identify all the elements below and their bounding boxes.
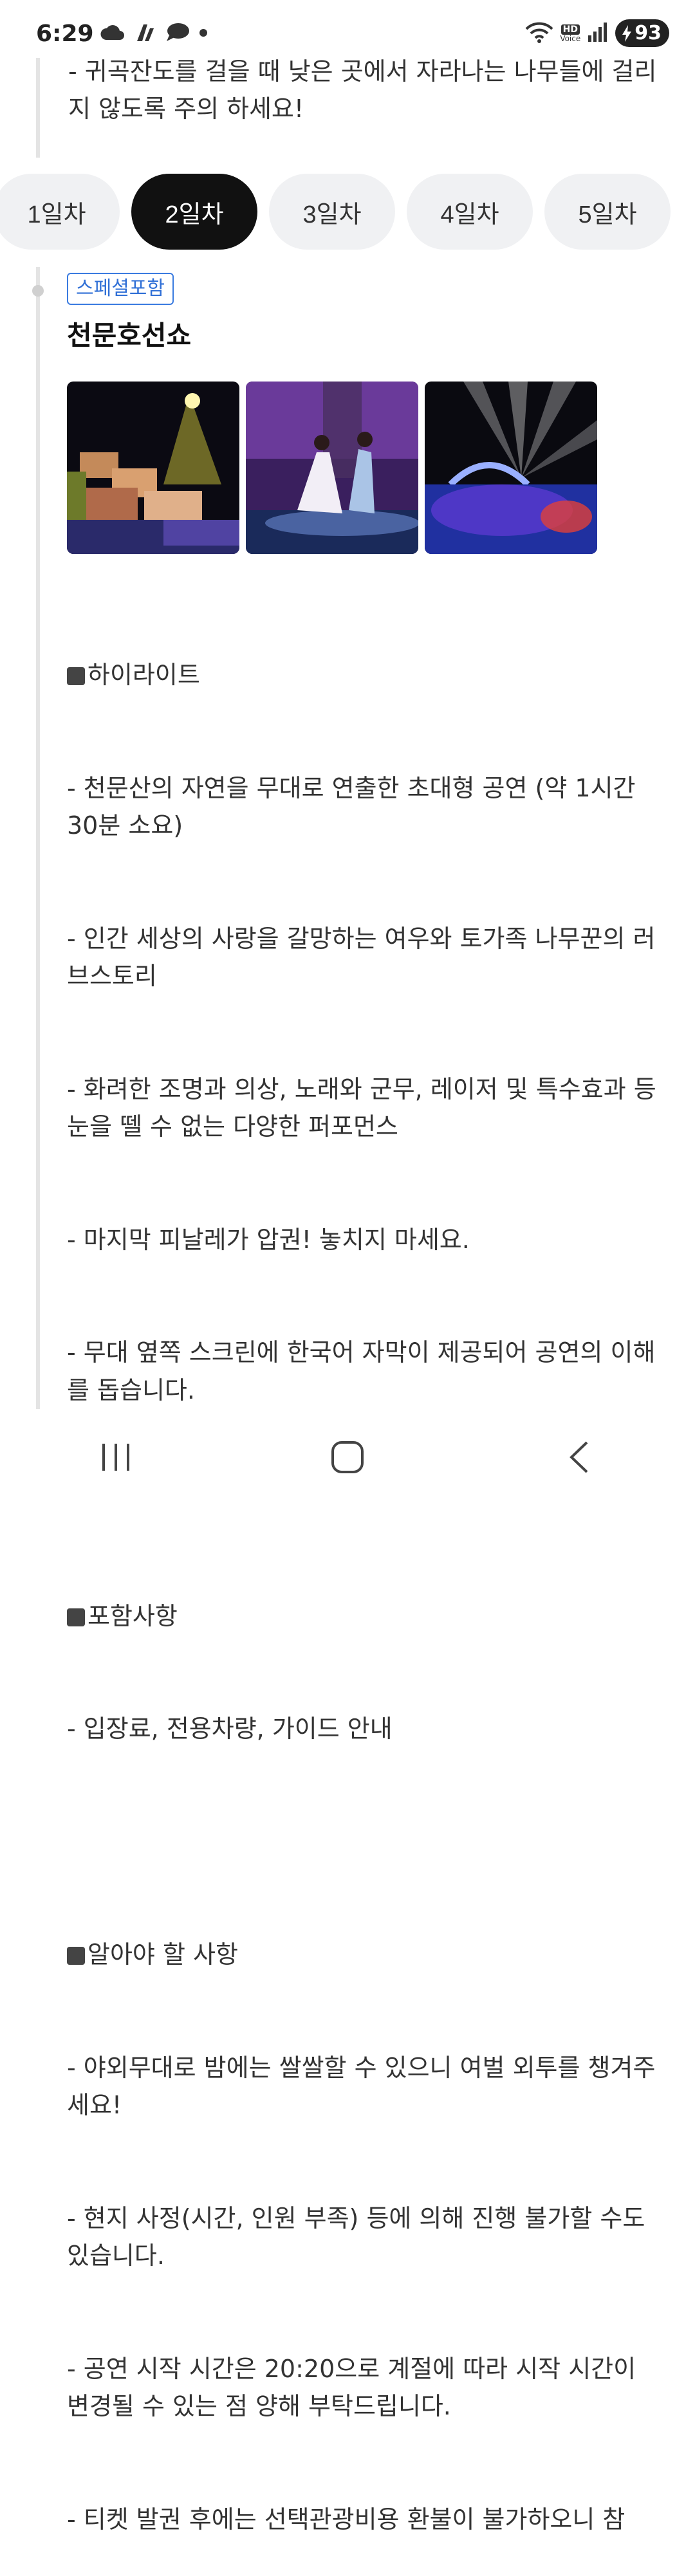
system-nav-bar — [0, 1409, 695, 1505]
home-icon — [331, 1441, 364, 1473]
notification-icons — [100, 22, 208, 45]
highlight-line: - 마지막 피날레가 압권! 놓치지 마세요. — [67, 1225, 470, 1254]
square-bullet-icon — [67, 667, 85, 685]
highlight-line: - 화려한 조명과 의상, 노래와 군무, 레이저 및 특수효과 등 눈을 뗄 … — [67, 1074, 664, 1141]
home-button[interactable] — [309, 1431, 386, 1483]
note-line: - 공연 시작 시간은 20:20으로 계절에 따라 시작 시간이 변경될 수 … — [67, 2354, 644, 2421]
timeline-line-day — [36, 267, 40, 1409]
more-notifications-dot-icon — [199, 28, 208, 40]
included-line: - 입장료, 전용차량, 가이드 안내 — [67, 1715, 393, 1743]
note-line: - 현지 사정(시간, 인원 부족) 등에 의해 진행 불가할 수도 있습니다. — [67, 2203, 653, 2270]
tab-day-3[interactable]: 3일차 — [269, 174, 395, 250]
highlights-heading: 하이라이트 — [67, 656, 665, 694]
included-heading: 포함사항 — [67, 1597, 665, 1635]
stage-village-photo[interactable] — [67, 382, 239, 554]
square-bullet-icon — [67, 1608, 85, 1626]
timeline-dot — [32, 285, 44, 297]
previous-day-note: - 귀곡잔도를 걸을 때 낮은 곳에서 자라나는 나무들에 걸리지 않도록 주의… — [68, 57, 657, 123]
recent-apps-icon — [102, 1444, 129, 1471]
highlight-line: - 천문산의 자연을 무대로 연출한 초대형 공연 (약 1시간 30분 소요) — [67, 773, 644, 840]
tab-day-2[interactable]: 2일차 — [131, 174, 257, 250]
status-time: 6:29 — [36, 21, 94, 47]
highlight-line: - 무대 옆쪽 스크린에 한국어 자막이 제공되어 공연의 이해를 돕습니다. — [67, 1338, 656, 1404]
special-included-badge: 스페셜포함 — [67, 273, 174, 305]
activity-title: 천문호선쇼 — [67, 320, 192, 351]
recent-apps-button[interactable] — [77, 1431, 154, 1483]
timeline-line-top — [36, 58, 40, 158]
charging-bolt-icon — [622, 24, 632, 42]
hd-voice-icon: HD Voice — [560, 24, 581, 43]
app-notification-icon — [134, 22, 156, 45]
note-line: - 티켓 발권 후에는 선택관광비용 환불이 불가하오니 참 — [67, 2505, 626, 2534]
dancers-photo[interactable] — [246, 382, 418, 554]
signal-icon — [587, 21, 609, 46]
photo-gallery — [67, 382, 597, 554]
back-button[interactable] — [541, 1431, 618, 1483]
note-line: - 야외무대로 밤에는 쌀쌀할 수 있으니 여벌 외투를 챙겨주세요! — [67, 2053, 656, 2120]
tab-day-4[interactable]: 4일차 — [407, 174, 533, 250]
tab-day-5[interactable]: 5일차 — [544, 174, 671, 250]
laser-lights-photo[interactable] — [425, 382, 597, 554]
highlight-line: - 인간 세상의 사랑을 갈망하는 여우와 토가족 나무꾼의 러브스토리 — [67, 924, 656, 991]
square-bullet-icon — [67, 1947, 85, 1965]
battery-indicator: 93 — [615, 19, 669, 47]
cloud-icon — [100, 23, 125, 44]
tab-day-1[interactable]: 1일차 — [0, 174, 120, 250]
day-tabs: 1일차 2일차 3일차 4일차 5일차 — [0, 174, 671, 250]
chat-bubble-icon — [165, 23, 190, 44]
activity-description: 하이라이트 - 천문산의 자연을 무대로 연출한 초대형 공연 (약 1시간 3… — [67, 581, 665, 2576]
back-icon — [570, 1441, 588, 1473]
notes-heading: 알아야 할 사항 — [67, 1936, 665, 1974]
wifi-icon — [525, 21, 553, 46]
